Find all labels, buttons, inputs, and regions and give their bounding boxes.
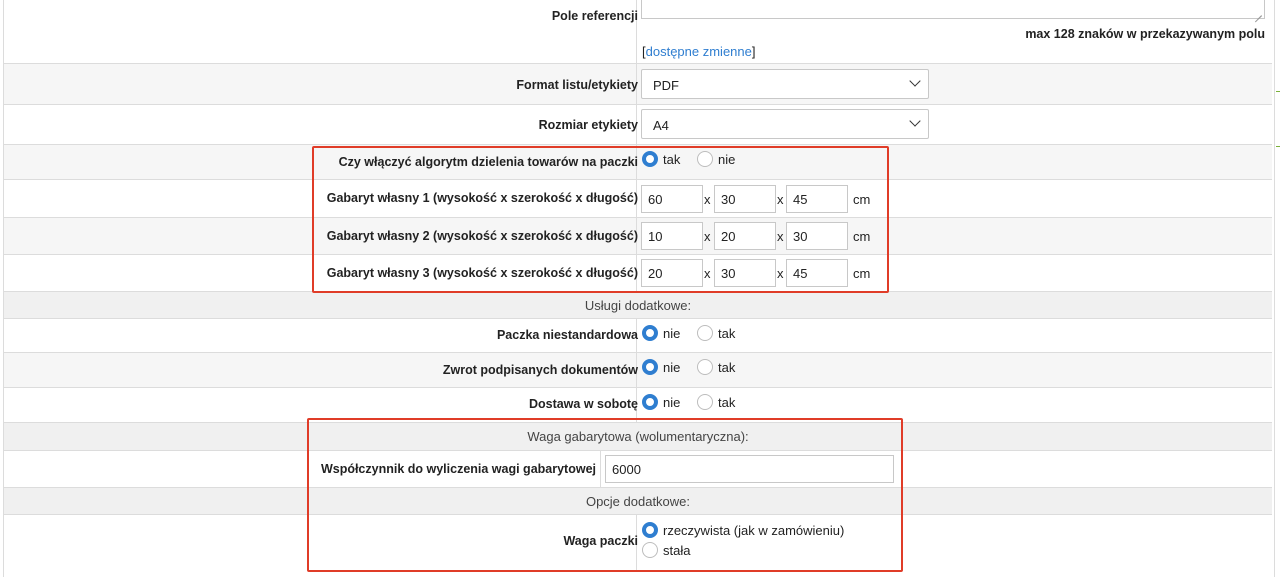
resize-grip-icon[interactable] <box>1254 8 1262 16</box>
pole-referencji-textarea[interactable] <box>641 0 1265 19</box>
zwrot-dokumentow-tak-radio[interactable] <box>697 359 713 375</box>
pole-referencji-label: Pole referencji <box>551 9 638 23</box>
highlight-box-waga <box>307 418 903 572</box>
paczka-niestandardowa-nie-radio[interactable] <box>642 325 658 341</box>
zwrot-dokumentow-nie-label: nie <box>663 360 681 375</box>
highlight-box-algorytm <box>312 146 889 293</box>
row-rozmiar <box>4 105 1272 145</box>
edge-mark <box>1276 146 1280 147</box>
rozmiar-label: Rozmiar etykiety <box>538 118 638 132</box>
uslugi-header: Usługi dodatkowe: <box>4 292 1272 319</box>
paczka-niestandardowa-nie-label: nie <box>663 326 681 341</box>
zwrot-dokumentow-label: Zwrot podpisanych dokumentów <box>442 363 638 377</box>
row-paczka-niestandardowa <box>4 319 1272 353</box>
dostawa-sobota-nie-radio[interactable] <box>642 394 658 410</box>
row-format <box>4 64 1272 105</box>
dostawa-sobota-label: Dostawa w sobotę <box>528 397 638 411</box>
zwrot-dokumentow-tak-label: tak <box>718 360 736 375</box>
paczka-niestandardowa-label: Paczka niestandardowa <box>496 328 638 342</box>
edge-mark <box>1276 91 1280 92</box>
paczka-niestandardowa-tak-radio[interactable] <box>697 325 713 341</box>
chevron-down-icon <box>909 115 921 127</box>
zwrot-dokumentow-nie-radio[interactable] <box>642 359 658 375</box>
dostawa-sobota-nie-label: nie <box>663 395 681 410</box>
paczka-niestandardowa-tak-label: tak <box>718 326 736 341</box>
dostawa-sobota-tak-radio[interactable] <box>697 394 713 410</box>
row-zwrot-dokumentow <box>4 353 1272 388</box>
rozmiar-select[interactable]: A4 <box>641 109 929 139</box>
format-select[interactable]: PDF <box>641 69 929 99</box>
format-label: Format listu/etykiety <box>516 78 638 92</box>
rozmiar-select-value: A4 <box>653 118 669 133</box>
chevron-down-icon <box>909 75 921 87</box>
pole-referencji-hint: max 128 znaków w przekazywanym polu <box>1025 27 1265 41</box>
available-variables-link[interactable]: dostępne zmienne <box>646 44 752 59</box>
available-variables: [dostępne zmienne] <box>642 44 756 59</box>
format-select-value: PDF <box>653 78 679 93</box>
dostawa-sobota-tak-label: tak <box>718 395 736 410</box>
